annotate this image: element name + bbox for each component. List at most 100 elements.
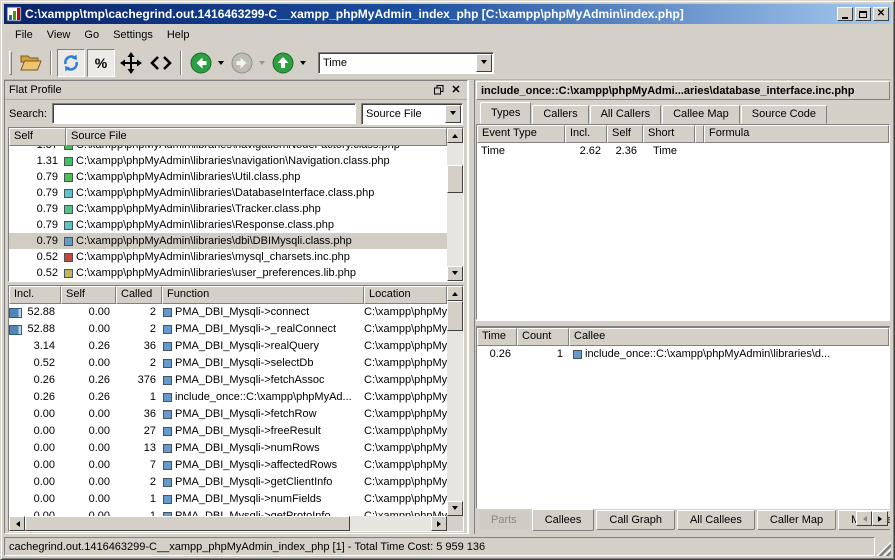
tab-all-callees[interactable]: All Callees <box>677 510 755 530</box>
menu-item-file[interactable]: File <box>8 27 40 43</box>
event-type-combobox[interactable]: Time <box>318 52 494 74</box>
source-file-row[interactable]: 1.37C:\xampp\phpMyAdmin\libraries\naviga… <box>9 146 447 153</box>
scroll-up-button[interactable] <box>447 286 463 301</box>
column-header-count[interactable]: Count <box>517 328 569 346</box>
column-header-blank[interactable] <box>695 125 704 143</box>
flat-profile-dock-header[interactable]: Flat Profile ✕ <box>5 81 467 100</box>
source-file-row[interactable]: 0.52C:\xampp\phpMyAdmin\libraries\mysql_… <box>9 249 447 265</box>
source-file-row[interactable]: 1.31C:\xampp\phpMyAdmin\libraries\naviga… <box>9 153 447 169</box>
move-cross-icon <box>120 52 142 74</box>
titlebar[interactable]: C:\xampp\tmp\cachegrind.out.1416463299-C… <box>4 4 891 24</box>
up-dropdown-icon[interactable] <box>300 61 306 68</box>
function-row[interactable]: 52.880.002PMA_DBI_Mysqli->_realConnectC:… <box>9 321 447 338</box>
function-vscrollbar[interactable] <box>447 286 463 516</box>
column-header-time[interactable]: Time <box>477 328 517 346</box>
column-header-callee[interactable]: Callee <box>569 328 889 346</box>
tab-caller-map[interactable]: Caller Map <box>757 510 836 530</box>
scroll-left-button[interactable] <box>9 516 25 531</box>
tab-call-graph[interactable]: Call Graph <box>596 510 675 530</box>
column-header-location[interactable]: Location <box>364 286 447 304</box>
column-header-incl[interactable]: Incl. <box>9 286 61 304</box>
tab-all-callers[interactable]: All Callers <box>590 105 662 124</box>
column-header-self[interactable]: Self <box>607 125 643 143</box>
column-header-formula[interactable]: Formula <box>704 125 889 143</box>
source-file-row[interactable]: 0.79C:\xampp\phpMyAdmin\libraries\Tracke… <box>9 201 447 217</box>
back-dropdown-icon[interactable] <box>218 61 224 68</box>
tab-parts: Parts <box>478 510 530 530</box>
function-row[interactable]: 0.000.001PMA_DBI_Mysqli->getProtoInfoC:\… <box>9 508 447 516</box>
scroll-right-button[interactable] <box>431 516 447 531</box>
group-by-combobox[interactable]: Source File <box>361 103 463 125</box>
menu-item-settings[interactable]: Settings <box>106 27 160 43</box>
function-row[interactable]: 0.260.26376PMA_DBI_Mysqli->fetchAssocC:\… <box>9 372 447 389</box>
column-header-called[interactable]: Called <box>116 286 162 304</box>
open-file-button[interactable] <box>17 49 45 77</box>
source-file-row[interactable]: 0.79C:\xampp\phpMyAdmin\libraries\Databa… <box>9 185 447 201</box>
incl-cell: 0.26 <box>9 389 61 406</box>
function-row[interactable]: 0.000.0036PMA_DBI_Mysqli->fetchRowC:\xam… <box>9 406 447 423</box>
function-row[interactable]: 0.000.0013PMA_DBI_Mysqli->numRowsC:\xamp… <box>9 440 447 457</box>
function-hscrollbar[interactable] <box>9 516 447 531</box>
tab-callers[interactable]: Callers <box>532 105 588 124</box>
function-cell: PMA_DBI_Mysqli->numRows <box>162 440 364 457</box>
source-file-scrollbar[interactable] <box>447 128 463 281</box>
menu-item-go[interactable]: Go <box>77 27 106 43</box>
panel-splitter[interactable] <box>468 80 475 534</box>
scrollbar-thumb[interactable] <box>447 165 463 193</box>
combobox-dropdown-button[interactable] <box>476 54 492 72</box>
scroll-down-button[interactable] <box>447 501 463 516</box>
source-file-row[interactable]: 0.79C:\xampp\phpMyAdmin\libraries\Respon… <box>9 217 447 233</box>
toolbar-handle[interactable] <box>9 51 12 75</box>
column-header-event-type[interactable]: Event Type <box>477 125 565 143</box>
tab-types[interactable]: Types <box>480 102 531 124</box>
relative-percent-button[interactable]: % <box>87 49 115 77</box>
up-button[interactable] <box>269 49 297 77</box>
event-type-row[interactable]: Time2.622.36Time <box>477 143 889 160</box>
minimize-button[interactable] <box>837 7 853 21</box>
function-name: PMA_DBI_Mysqli->selectDb <box>175 355 313 372</box>
callee-row[interactable]: 0.261include_once::C:\xampp\phpMyAdmin\l… <box>477 346 889 363</box>
scrollbar-thumb[interactable] <box>447 301 463 331</box>
detail-splitter[interactable] <box>476 320 890 327</box>
search-input[interactable] <box>52 103 356 124</box>
function-row[interactable]: 0.000.007PMA_DBI_Mysqli->affectedRowsC:\… <box>9 457 447 474</box>
called-value: 1 <box>116 508 162 516</box>
scrollbar-thumb[interactable] <box>25 516 350 531</box>
source-file-row[interactable]: 0.79C:\xampp\phpMyAdmin\libraries\dbi\DB… <box>9 233 447 249</box>
tab-source-code[interactable]: Source Code <box>741 105 827 124</box>
close-button[interactable]: ✕ <box>873 7 889 21</box>
dock-close-button[interactable]: ✕ <box>449 84 463 97</box>
dock-float-button[interactable] <box>432 84 446 97</box>
resize-grip[interactable] <box>877 537 891 556</box>
function-row[interactable]: 0.000.001PMA_DBI_Mysqli->numFieldsC:\xam… <box>9 491 447 508</box>
back-button[interactable] <box>187 49 215 77</box>
function-row[interactable]: 3.140.2636PMA_DBI_Mysqli->realQueryC:\xa… <box>9 338 447 355</box>
maximize-button[interactable] <box>855 7 871 21</box>
function-cell: PMA_DBI_Mysqli->_realConnect <box>162 321 364 338</box>
menu-item-view[interactable]: View <box>40 27 78 43</box>
function-row[interactable]: 0.520.002PMA_DBI_Mysqli->selectDbC:\xamp… <box>9 355 447 372</box>
scroll-up-button[interactable] <box>447 128 463 143</box>
function-row[interactable]: 0.260.261include_once::C:\xampp\phpMyAd.… <box>9 389 447 406</box>
cycle-detection-button[interactable] <box>147 49 175 77</box>
group-dropdown-button[interactable] <box>445 105 461 123</box>
tab-callee-map[interactable]: Callee Map <box>662 105 740 124</box>
function-row[interactable]: 0.000.002PMA_DBI_Mysqli->getClientInfoC:… <box>9 474 447 491</box>
scroll-down-button[interactable] <box>447 266 463 281</box>
tab-callees[interactable]: Callees <box>532 509 595 531</box>
column-header-short[interactable]: Short <box>643 125 695 143</box>
function-row[interactable]: 0.000.0027PMA_DBI_Mysqli->freeResultC:\x… <box>9 423 447 440</box>
column-header-incl[interactable]: Incl. <box>565 125 607 143</box>
tab-scroll-right-button[interactable] <box>872 511 888 526</box>
source-file-row[interactable]: 0.52C:\xampp\phpMyAdmin\libraries\user_p… <box>9 265 447 281</box>
flat-profile-panel: Flat Profile ✕ Search: Source File Self … <box>4 80 468 534</box>
column-header-self[interactable]: Self <box>9 128 66 146</box>
column-header-source-file[interactable]: Source File <box>66 128 447 146</box>
source-file-row[interactable]: 0.79C:\xampp\phpMyAdmin\libraries\Util.c… <box>9 169 447 185</box>
reload-button[interactable] <box>57 49 85 77</box>
expand-cost-button[interactable] <box>117 49 145 77</box>
menu-item-help[interactable]: Help <box>160 27 197 43</box>
column-header-self[interactable]: Self <box>61 286 116 304</box>
function-row[interactable]: 52.880.002PMA_DBI_Mysqli->connectC:\xamp… <box>9 304 447 321</box>
column-header-function[interactable]: Function <box>162 286 364 304</box>
